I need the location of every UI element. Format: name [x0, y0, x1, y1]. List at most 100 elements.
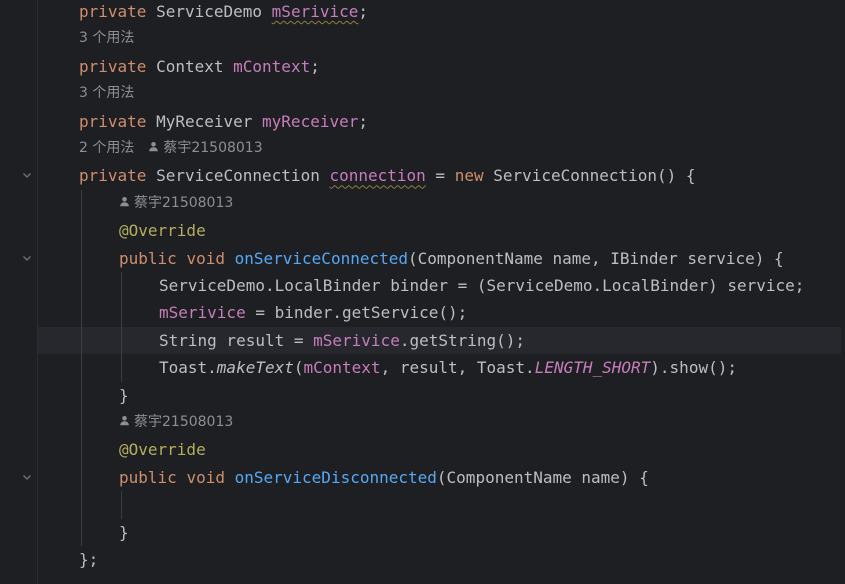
code-token: void: [186, 248, 225, 268]
code-text: public void onServiceConnected(Component…: [119, 245, 784, 272]
indent-guide: [81, 189, 82, 546]
code-token: ServiceDemo: [146, 2, 272, 21]
author-name: 蔡宇21508013: [134, 414, 234, 430]
person-icon: [119, 409, 130, 436]
code-token: makeText: [216, 358, 294, 378]
code-token: mSerivice: [271, 2, 359, 21]
code-line[interactable]: Toast.makeText(mContext, result, Toast.L…: [38, 354, 845, 381]
chevron-down-icon[interactable]: [20, 471, 34, 485]
inlay-hint[interactable]: 蔡宇21508013: [119, 409, 233, 436]
code-text: Toast.makeText(mContext, result, Toast.L…: [159, 354, 737, 381]
code-text: mSerivice = binder.getService();: [159, 299, 467, 326]
chevron-down-icon[interactable]: [20, 169, 34, 183]
code-line[interactable]: public void onServiceDisconnected(Compon…: [38, 464, 845, 491]
code-token: =: [425, 166, 455, 186]
code-token: ServiceConnection() {: [483, 166, 696, 186]
code-line[interactable]: @Override: [38, 217, 845, 244]
code-line[interactable]: };: [38, 546, 845, 573]
code-text: public void onServiceDisconnected(Compon…: [119, 464, 649, 491]
code-text: }: [119, 382, 129, 409]
usages-hint[interactable]: 3 个用法: [79, 85, 134, 101]
code-token: myReceiver: [262, 111, 359, 131]
code-token: }: [119, 385, 129, 405]
code-line[interactable]: private Context mContext;: [38, 53, 845, 80]
person-icon: [148, 135, 159, 162]
code-line[interactable]: private ServiceDemo mSerivice;: [38, 0, 845, 25]
code-text: @Override: [119, 436, 206, 463]
code-token: = binder.getService();: [245, 303, 468, 323]
code-token: @Override: [119, 221, 206, 241]
code-line[interactable]: mSerivice = binder.getService();: [38, 299, 845, 326]
indent-guide: [121, 491, 122, 519]
vertical-scrollbar[interactable]: [841, 0, 845, 584]
code-text: private MyReceiver myReceiver;: [79, 108, 368, 135]
inlay-hint-line[interactable]: 蔡宇21508013: [38, 190, 845, 217]
usages-hint[interactable]: 2 个用法: [79, 140, 134, 156]
code-token: }: [119, 522, 129, 542]
code-token: Context: [146, 56, 234, 76]
code-token: new: [454, 166, 484, 186]
code-line[interactable]: private ServiceConnection connection = n…: [38, 162, 845, 189]
code-text: }: [119, 519, 129, 546]
code-token: public: [119, 248, 177, 268]
code-token: ).show();: [650, 358, 737, 378]
code-line[interactable]: @Override: [38, 436, 845, 463]
code-token: void: [186, 467, 225, 487]
code-line[interactable]: String result = mSerivice.getString();: [38, 326, 845, 354]
code-token: onServiceDisconnected: [234, 467, 437, 487]
code-token: mSerivice: [159, 303, 246, 323]
code-token: (ComponentName name, IBinder service) {: [408, 248, 784, 268]
code-line[interactable]: }: [38, 382, 845, 409]
inlay-hint[interactable]: 3 个用法: [79, 80, 134, 107]
author-hint[interactable]: 蔡宇21508013: [148, 140, 263, 156]
code-text: };: [79, 546, 98, 573]
code-token: ;: [358, 2, 369, 21]
code-token: (: [293, 358, 304, 378]
code-line[interactable]: [38, 491, 845, 518]
code-token: private: [79, 2, 147, 21]
code-editor[interactable]: private ServiceDemo mSerivice; 3 个用法 priva…: [0, 0, 845, 584]
inlay-hint[interactable]: 2 个用法 蔡宇21508013: [79, 135, 263, 162]
code-line[interactable]: private MyReceiver myReceiver;: [38, 108, 845, 135]
inlay-hint-line[interactable]: 3 个用法: [38, 25, 845, 52]
code-text: private ServiceDemo mSerivice;: [79, 0, 368, 25]
code-token: private: [79, 56, 147, 76]
code-token: public: [119, 467, 177, 487]
inlay-hint[interactable]: 3 个用法: [79, 25, 134, 52]
code-token: mContext: [233, 56, 311, 76]
usages-hint[interactable]: 3 个用法: [79, 30, 134, 46]
code-text: private Context mContext;: [79, 53, 320, 80]
author-hint[interactable]: 蔡宇21508013: [119, 195, 233, 211]
code-token: , result, Toast.: [380, 358, 535, 378]
code-line[interactable]: public void onServiceConnected(Component…: [38, 245, 845, 272]
inlay-hint-line[interactable]: 蔡宇21508013: [38, 409, 845, 436]
code-token: String result =: [159, 330, 314, 350]
inlay-hint-line[interactable]: 2 个用法 蔡宇21508013: [38, 135, 845, 162]
code-token: mSerivice: [313, 330, 400, 350]
editor-gutter[interactable]: [0, 0, 38, 584]
inlay-hint-line[interactable]: 3 个用法: [38, 80, 845, 107]
person-icon: [119, 190, 130, 217]
code-token: private: [79, 166, 147, 186]
code-token: (ComponentName name) {: [436, 467, 649, 487]
code-line[interactable]: ServiceDemo.LocalBinder binder = (Servic…: [38, 272, 845, 299]
code-token: LENGTH_SHORT: [534, 358, 651, 378]
code-token: connection: [329, 166, 426, 186]
inlay-hint[interactable]: 蔡宇21508013: [119, 190, 233, 217]
code-token: ServiceDemo.LocalBinder binder = (Servic…: [159, 276, 805, 295]
code-token: MyReceiver: [146, 111, 263, 131]
code-text: @Override: [119, 217, 206, 244]
code-token: mContext: [303, 358, 381, 378]
code-token: @Override: [119, 440, 206, 460]
code-line[interactable]: }: [38, 519, 845, 546]
code-text: String result = mSerivice.getString();: [159, 327, 525, 354]
code-token: .getString();: [399, 330, 526, 350]
author-hint[interactable]: 蔡宇21508013: [119, 414, 233, 430]
code-token: onServiceConnected: [234, 248, 408, 268]
code-token: ;: [358, 111, 368, 131]
code-text: ServiceDemo.LocalBinder binder = (Servic…: [159, 272, 804, 299]
chevron-down-icon[interactable]: [20, 252, 34, 266]
